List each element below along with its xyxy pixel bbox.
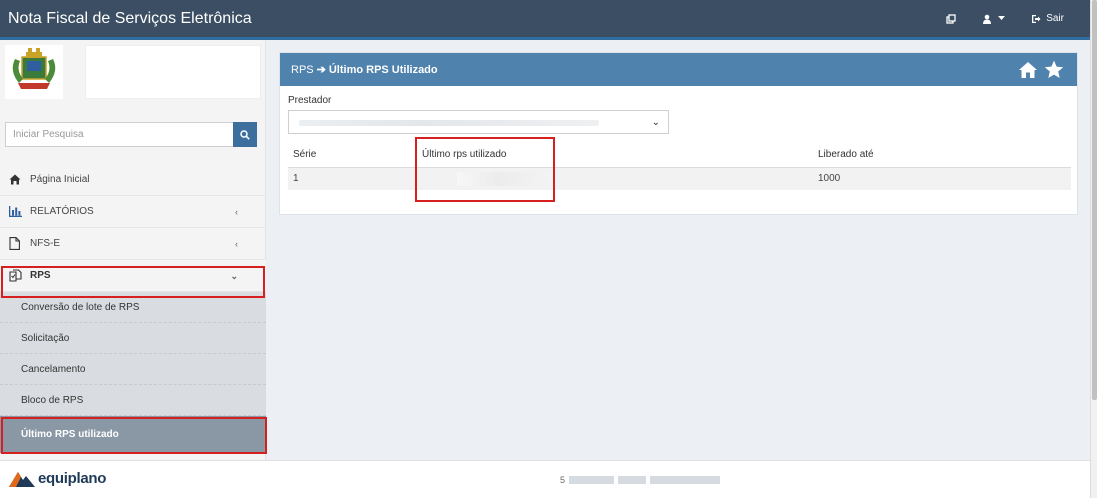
column-header-serie[interactable]: Série [288, 142, 417, 168]
submenu-item-conversao-lote[interactable]: Conversão de lote de RPS [0, 292, 266, 323]
copy-docs-icon [9, 269, 25, 282]
submenu-item-cancelamento[interactable]: Cancelamento [0, 354, 266, 385]
logo-area [5, 45, 261, 99]
search-input[interactable] [5, 122, 233, 147]
search-button[interactable] [233, 122, 257, 147]
sidebar-item-relatorios[interactable]: RELATÓRIOS ‹ [0, 196, 266, 228]
star-icon[interactable] [1044, 60, 1064, 79]
chevron-down-icon: ⌄ [651, 117, 660, 128]
submenu-item-ultimo-rps[interactable]: Último RPS utilizado [0, 416, 266, 453]
home-icon[interactable] [1018, 61, 1038, 79]
submenu-item-solicitacao[interactable]: Solicitação [0, 323, 266, 354]
copy-window-icon [946, 13, 956, 24]
caret-down-icon [998, 16, 1006, 20]
page-title: Último RPS Utilizado [328, 63, 438, 76]
logout-label: Sair [1046, 13, 1064, 24]
panel-header: RPS ➔ Último RPS Utilizado [280, 53, 1077, 86]
footer-info: 5 [560, 475, 721, 485]
cell-ultimo-rps [417, 167, 813, 190]
column-header-ultimo-rps[interactable]: Último rps utilizado [417, 142, 813, 168]
equiplano-mountain-icon [9, 472, 35, 487]
breadcrumb-parent[interactable]: RPS [291, 64, 314, 76]
sidebar-item-pagina-inicial[interactable]: Página Inicial [0, 164, 266, 196]
sidebar-item-label: NFS-E [30, 238, 60, 249]
rps-submenu: Conversão de lote de RPS Solicitação Can… [0, 292, 266, 453]
sign-out-icon [1032, 14, 1041, 23]
equiplano-logo: equiplano [9, 469, 106, 487]
top-navbar: Nota Fiscal de Serviços Eletrônica Sair [0, 0, 1090, 40]
search-box [5, 122, 257, 147]
prestador-select[interactable]: ⌄ [288, 110, 669, 134]
cell-liberado-ate: 1000 [813, 167, 1071, 190]
logout-button[interactable]: Sair [1031, 13, 1064, 24]
prestador-label: Prestador [288, 95, 332, 106]
scrollbar-thumb[interactable] [1092, 0, 1097, 400]
sidebar-item-label: RELATÓRIOS [30, 206, 94, 217]
sidebar-menu: Página Inicial RELATÓRIOS ‹ NFS-E ‹ RPS … [0, 164, 266, 453]
chevron-down-icon: ⌄ [230, 271, 238, 281]
home-icon [9, 174, 25, 185]
table-row[interactable]: 1 1000 [288, 167, 1071, 190]
user-icon [983, 14, 992, 24]
chevron-left-icon: ‹ [235, 207, 238, 217]
redacted-value [457, 171, 557, 186]
redacted-value [618, 476, 647, 484]
search-icon [240, 129, 250, 140]
redacted-value [650, 476, 721, 484]
arrow-right-icon: ➔ [316, 64, 326, 76]
main-panel: RPS ➔ Último RPS Utilizado Prestador ⌄ S… [279, 52, 1078, 215]
top-actions: Sair [946, 13, 1090, 24]
rps-table: Série Último rps utilizado Liberado até … [288, 142, 1071, 190]
file-icon [9, 237, 25, 250]
brand-name: equiplano [38, 469, 107, 487]
user-menu-button[interactable] [982, 14, 1006, 24]
table-header-row: Série Último rps utilizado Liberado até [288, 142, 1071, 168]
municipal-crest-logo [5, 45, 63, 99]
submenu-item-bloco-rps[interactable]: Bloco de RPS [0, 385, 266, 416]
panel-header-icons [1012, 60, 1064, 79]
column-header-liberado-ate[interactable]: Liberado até [813, 142, 1071, 168]
redacted-value [569, 476, 615, 484]
sidebar-item-label: RPS [30, 270, 51, 281]
brand-logo-placeholder [85, 45, 261, 99]
footer-info-prefix: 5 [560, 475, 566, 485]
chevron-left-icon: ‹ [235, 239, 238, 249]
sidebar-item-label: Página Inicial [30, 174, 90, 185]
redacted-value [299, 120, 599, 126]
footer: equiplano 5 [0, 460, 1090, 498]
sidebar: Página Inicial RELATÓRIOS ‹ NFS-E ‹ RPS … [0, 40, 267, 460]
window-toggle-button[interactable] [946, 13, 956, 24]
cell-serie: 1 [288, 167, 417, 190]
sidebar-item-rps[interactable]: RPS ⌄ [0, 260, 266, 292]
app-title: Nota Fiscal de Serviços Eletrônica [8, 9, 252, 27]
bar-chart-icon [9, 206, 25, 217]
vertical-scrollbar[interactable] [1090, 0, 1097, 498]
sidebar-item-nfse[interactable]: NFS-E ‹ [0, 228, 266, 260]
